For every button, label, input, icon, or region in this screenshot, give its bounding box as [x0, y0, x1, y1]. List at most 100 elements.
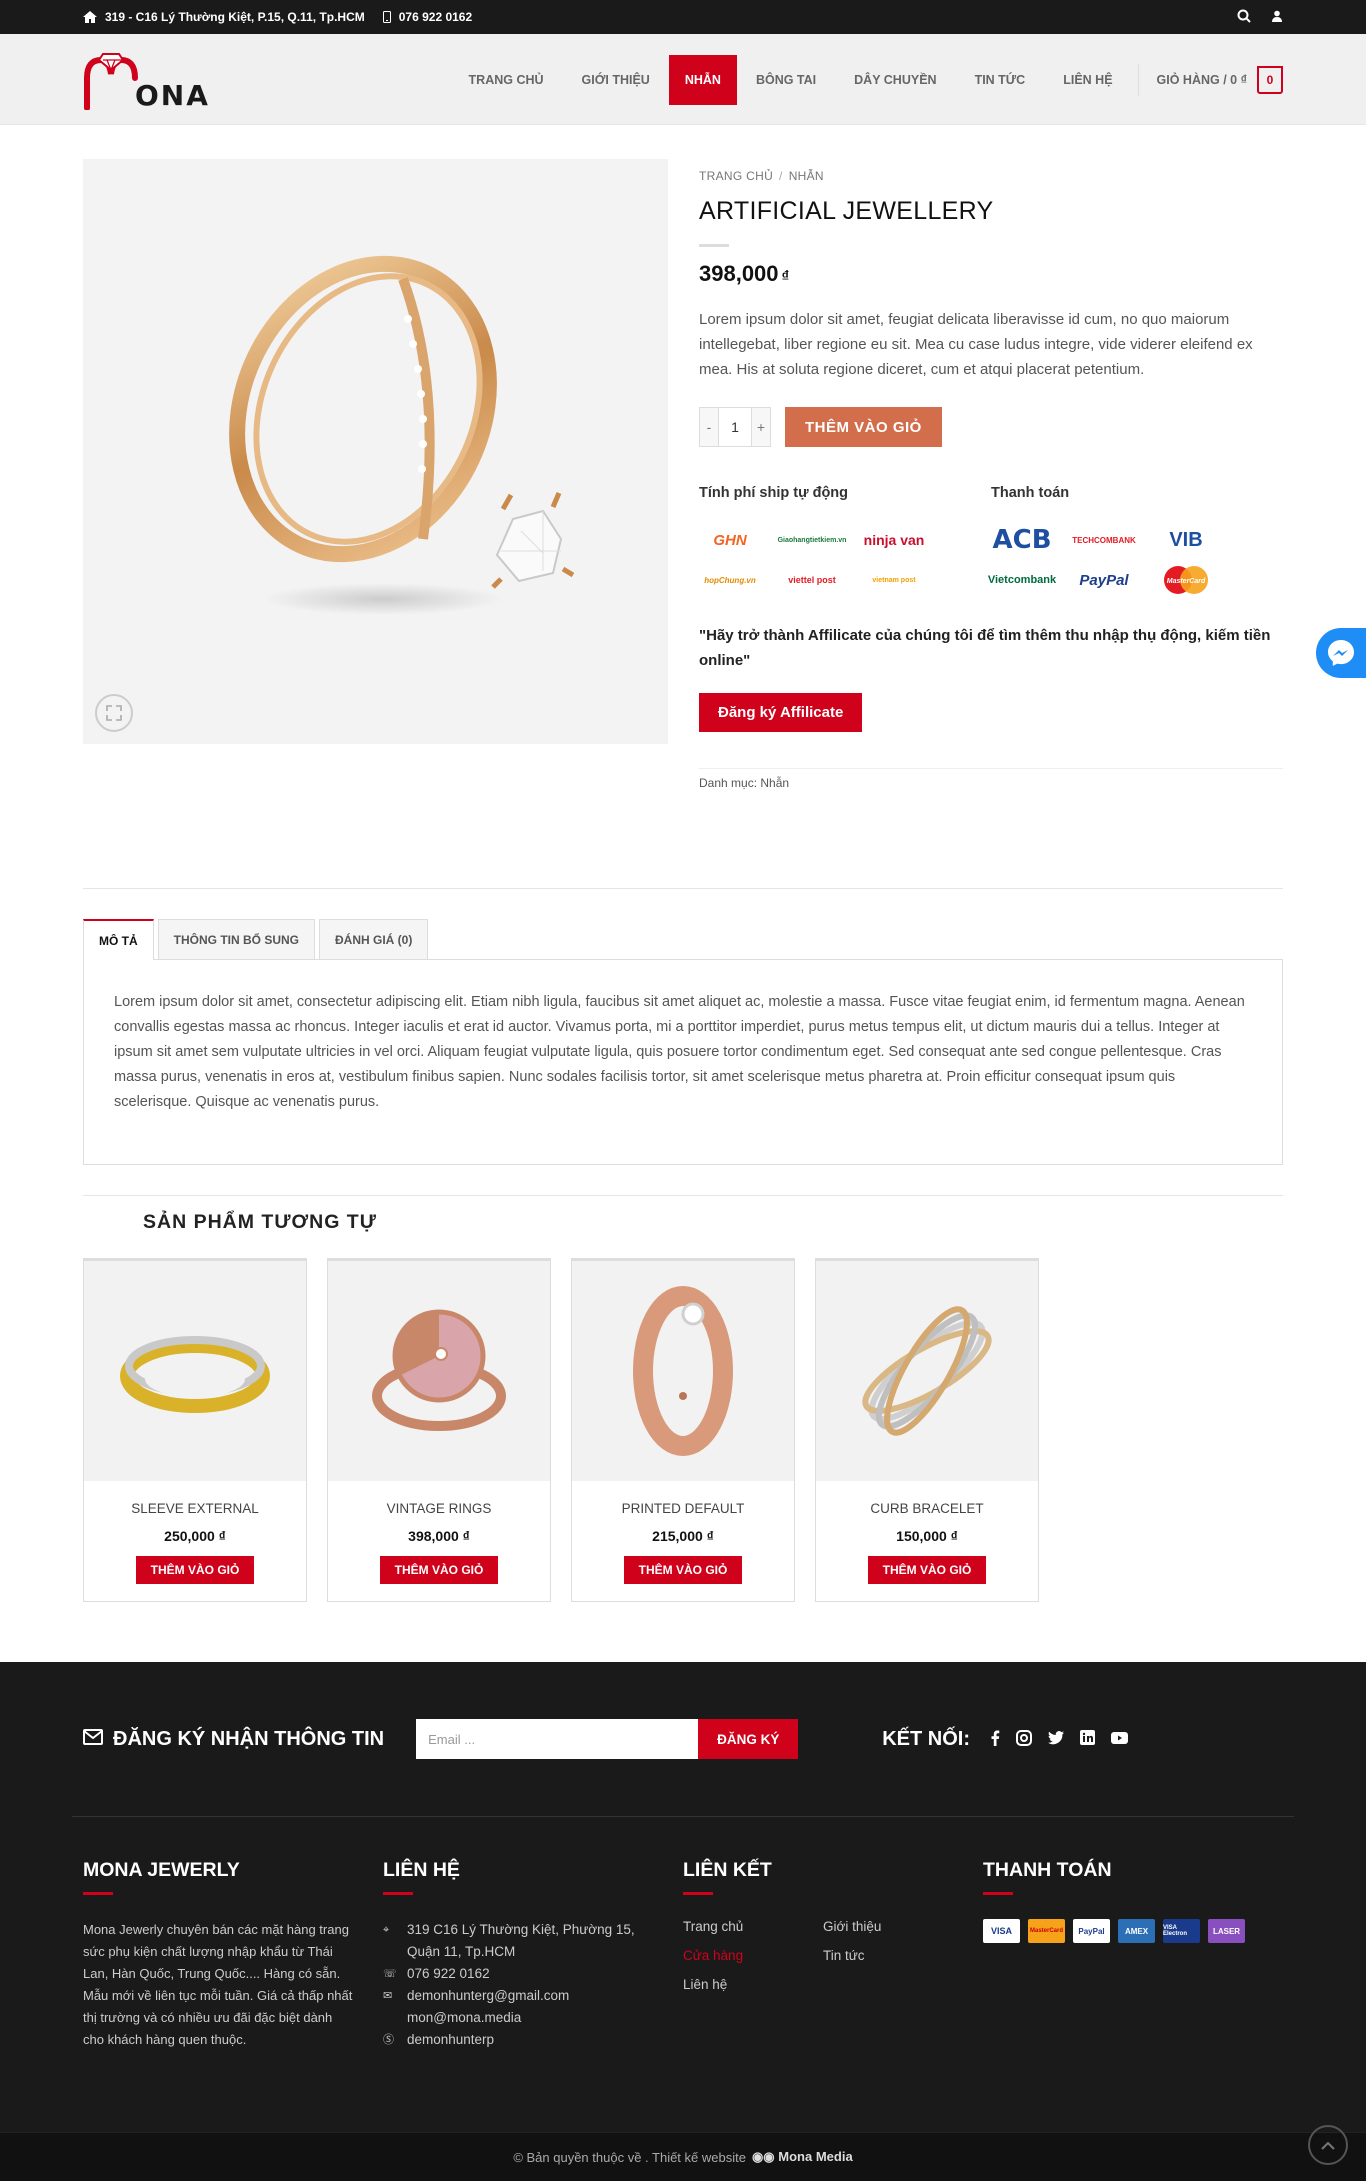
- contact-skype[interactable]: Ⓢdemonhunterp: [383, 2029, 683, 2051]
- footer-link-news[interactable]: Tin tức: [823, 1948, 963, 1963]
- product-image[interactable]: [83, 159, 668, 744]
- newsletter-title: ĐĂNG KÝ NHẬN THÔNG TIN: [83, 1728, 384, 1751]
- tab-reviews[interactable]: ĐÁNH GIÁ (0): [319, 919, 429, 959]
- product-card-add-button[interactable]: THÊM VÀO GIỎ: [867, 1556, 987, 1584]
- map-pin-icon: ⌖: [383, 1924, 390, 1936]
- nav-item-necklaces[interactable]: DÂY CHUYỀN: [835, 55, 955, 105]
- category-link[interactable]: Nhẫn: [760, 776, 789, 790]
- newsletter-form: Email ... ĐĂNG KÝ: [416, 1719, 799, 1759]
- product-card-price: 215,000 ₫: [652, 1528, 714, 1544]
- footer-about: MONA JEWERLY Mona Jewerly chuyên bán các…: [83, 1859, 383, 2051]
- footer-link-home[interactable]: Trang chủ: [683, 1919, 823, 1934]
- search-icon[interactable]: [1237, 9, 1251, 26]
- instagram-icon[interactable]: [1016, 1729, 1032, 1749]
- messenger-icon: [1328, 640, 1354, 666]
- cart-label: GIỎ HÀNG / 0 ₫: [1156, 72, 1247, 87]
- affiliate-text: "Hãy trở thành Affilicate của chúng tôi …: [699, 627, 1271, 669]
- shipping-title: Tính phí ship tự động: [699, 485, 849, 501]
- copyright-brand[interactable]: ◉◉ Mona Media: [752, 2149, 853, 2165]
- product-card-image[interactable]: [328, 1261, 550, 1481]
- twitter-icon[interactable]: [1048, 1730, 1064, 1748]
- zoom-icon[interactable]: [95, 694, 133, 732]
- contact-email[interactable]: ✉ demonhunterg@gmail.com mon@mona.media: [383, 1985, 683, 2029]
- product-summary: TRANG CHỦ / NHẪN ARTIFICIAL JEWELLERY 398,…: [699, 159, 1283, 790]
- nav-item-news[interactable]: TIN TỨC: [956, 55, 1045, 105]
- facebook-icon[interactable]: [990, 1730, 1000, 1749]
- breadcrumb-home[interactable]: TRANG CHỦ: [699, 169, 773, 183]
- qty-input[interactable]: 1: [718, 408, 752, 446]
- svg-text:MasterCard: MasterCard: [1167, 578, 1206, 585]
- footer-payment-title: THANH TOÁN: [983, 1859, 1112, 1881]
- linkedin-icon[interactable]: [1080, 1730, 1095, 1748]
- product-card-name[interactable]: SLEEVE EXTERNAL: [84, 1501, 306, 1516]
- product-card[interactable]: CURB BRACELET 150,000 ₫ THÊM VÀO GIỎ: [815, 1258, 1039, 1602]
- footer-link-contact[interactable]: Liên hệ: [683, 1977, 823, 1992]
- main-nav: TRANG CHỦ GIỚI THIỆU NHẪN BÔNG TAI DÂY C…: [450, 34, 1283, 125]
- product-price: 398,000 ₫: [699, 261, 790, 286]
- connect-label: KẾT NỐI:: [882, 1727, 970, 1750]
- footer-contact-title: LIÊN HỆ: [383, 1859, 460, 1881]
- topbar-phone[interactable]: 076 922 0162: [382, 10, 472, 24]
- newsletter-bar: ĐĂNG KÝ NHẬN THÔNG TIN Email ... ĐĂNG KÝ…: [72, 1662, 1294, 1817]
- hopchung-logo: hopChung.vn: [704, 575, 756, 585]
- product-tabs: MÔ TẢ THÔNG TIN BỔ SUNG ĐÁNH GIÁ (0) Lor…: [83, 888, 1283, 1165]
- techcombank-logo: TECHCOMBANK: [1072, 535, 1136, 545]
- product-card-image[interactable]: [816, 1261, 1038, 1481]
- product-card-name[interactable]: VINTAGE RINGS: [328, 1501, 550, 1516]
- footer-about-title: MONA JEWERLY: [83, 1859, 240, 1881]
- site-logo[interactable]: ONA: [83, 50, 223, 110]
- product-card-image[interactable]: [84, 1261, 306, 1481]
- qty-minus-button[interactable]: -: [700, 408, 718, 446]
- skype-icon: Ⓢ: [383, 2034, 394, 2046]
- tab-additional-info[interactable]: THÔNG TIN BỔ SUNG: [157, 919, 316, 959]
- envelope-icon: [83, 1728, 103, 1751]
- copyright-bar: © Bản quyền thuộc về . Thiết kế website …: [0, 2132, 1366, 2181]
- title-divider: [699, 244, 729, 247]
- product-card[interactable]: PRINTED DEFAULT 215,000 ₫ THÊM VÀO GIỎ: [571, 1258, 795, 1602]
- back-to-top-button[interactable]: [1308, 2125, 1348, 2165]
- mastercard-logo: MasterCard: [1155, 566, 1217, 594]
- related-grid: SLEEVE EXTERNAL 250,000 ₫ THÊM VÀO GIỎ V…: [83, 1258, 1283, 1602]
- email-input[interactable]: Email ...: [416, 1719, 699, 1759]
- add-to-cart-row: - 1 + THÊM VÀO GIỎ: [699, 407, 1283, 447]
- add-to-cart-button[interactable]: THÊM VÀO GIỎ: [785, 407, 942, 447]
- breadcrumb: TRANG CHỦ / NHẪN: [699, 169, 824, 183]
- product-card-name[interactable]: PRINTED DEFAULT: [572, 1501, 794, 1516]
- breadcrumb-rings[interactable]: NHẪN: [789, 169, 824, 183]
- footer-link-about[interactable]: Giới thiệu: [823, 1919, 963, 1934]
- product-card-name[interactable]: CURB BRACELET: [816, 1501, 1038, 1516]
- subscribe-button[interactable]: ĐĂNG KÝ: [698, 1719, 799, 1759]
- home-icon: [83, 11, 97, 23]
- youtube-icon[interactable]: [1111, 1731, 1128, 1747]
- footer-link-shop[interactable]: Cửa hàng: [683, 1948, 823, 1963]
- product-card-add-button[interactable]: THÊM VÀO GIỎ: [379, 1556, 499, 1584]
- affiliate-signup-button[interactable]: Đăng ký Affilicate: [699, 693, 863, 732]
- short-description: Lorem ipsum dolor sit amet, feugiat deli…: [699, 311, 1253, 378]
- topbar-address: 319 - C16 Lý Thường Kiệt, P.15, Q.11, Tp…: [83, 10, 365, 24]
- product-card[interactable]: VINTAGE RINGS 398,000 ₫ THÊM VÀO GIỎ: [327, 1258, 551, 1602]
- nav-item-rings[interactable]: NHẪN: [668, 54, 737, 105]
- cart-link[interactable]: GIỎ HÀNG / 0 ₫ 0: [1145, 55, 1283, 105]
- nav-item-home[interactable]: TRANG CHỦ: [450, 55, 563, 105]
- nav-item-earrings[interactable]: BÔNG TAI: [737, 55, 835, 105]
- product-card-add-button[interactable]: THÊM VÀO GIỎ: [135, 1556, 255, 1584]
- contact-phone[interactable]: ☏ 076 922 0162: [383, 1963, 683, 1985]
- product-card-add-button[interactable]: THÊM VÀO GIỎ: [623, 1556, 743, 1584]
- payment-cards: VISA MasterCard PayPal AMEX VISA Electro…: [983, 1919, 1283, 1943]
- user-icon[interactable]: [1271, 10, 1283, 25]
- visa-electron-card-icon: VISA Electron: [1163, 1919, 1200, 1943]
- qty-plus-button[interactable]: +: [752, 408, 770, 446]
- ghn-logo: GHN: [713, 531, 747, 549]
- nav-item-about[interactable]: GIỚI THIỆU: [563, 55, 669, 105]
- amex-card-icon: AMEX: [1118, 1919, 1155, 1943]
- messenger-chat-button[interactable]: [1316, 628, 1366, 678]
- payment-logos: ACB TECHCOMBANK VIB Vietcombank PayPal M…: [988, 525, 1283, 594]
- nav-divider: [1137, 63, 1139, 96]
- email-icon: ✉: [383, 1990, 393, 2002]
- product-card-image[interactable]: [572, 1261, 794, 1481]
- nav-item-contact[interactable]: LIÊN HỆ: [1044, 55, 1131, 105]
- tab-description[interactable]: MÔ TẢ: [83, 919, 154, 960]
- vietnampost-logo: vietnam post: [872, 576, 916, 584]
- paypal-card-icon: PayPal: [1073, 1919, 1110, 1943]
- product-card[interactable]: SLEEVE EXTERNAL 250,000 ₫ THÊM VÀO GIỎ: [83, 1258, 307, 1602]
